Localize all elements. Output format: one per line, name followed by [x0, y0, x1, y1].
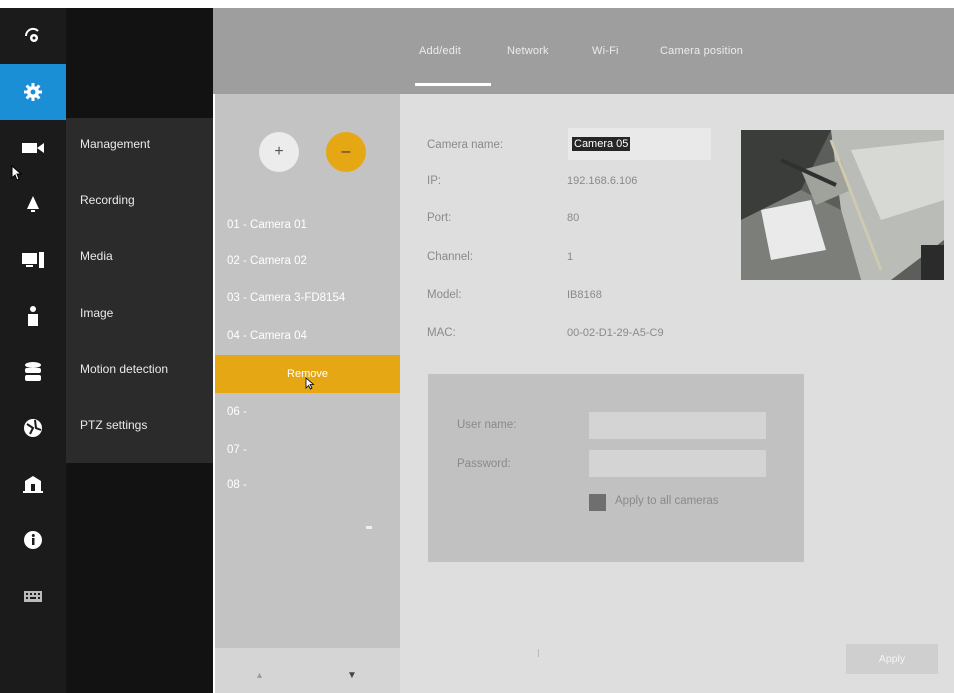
- active-tab-indicator: [415, 83, 491, 86]
- password-input[interactable]: [589, 450, 766, 477]
- camera-list-item[interactable]: 02 - Camera 02: [227, 255, 307, 267]
- submenu-item-motion-detection[interactable]: Motion detection: [80, 359, 210, 379]
- port-value: 80: [567, 212, 580, 224]
- add-camera-button[interactable]: +: [259, 132, 299, 172]
- password-label: Password:: [457, 458, 511, 470]
- model-label: Model:: [427, 289, 462, 301]
- camera-name-label: Camera name:: [427, 139, 504, 151]
- submenu-item-media[interactable]: Media: [80, 246, 210, 266]
- faint-mark: [538, 649, 541, 657]
- scroll-marker: [366, 526, 372, 529]
- tab-wifi[interactable]: Wi-Fi: [592, 45, 619, 57]
- person-icon[interactable]: [0, 288, 66, 344]
- monitor-icon[interactable]: [0, 232, 66, 288]
- ip-label: IP:: [427, 175, 442, 187]
- scroll-up-icon[interactable]: ▴: [257, 670, 262, 681]
- tab-network[interactable]: Network: [507, 45, 549, 57]
- camera-submenu-panel: Management Recording Media Image Motion …: [66, 118, 213, 463]
- camera-list-item[interactable]: 04 - Camera 04: [227, 330, 307, 342]
- submenu-item-recording[interactable]: Recording: [80, 190, 210, 210]
- pointer-cursor-icon: [305, 377, 315, 390]
- video-camera-icon[interactable]: [0, 120, 66, 176]
- camera-name-value: Camera 05: [572, 137, 631, 151]
- tab-add-edit[interactable]: Add/edit: [419, 45, 461, 57]
- camera-list-panel: + – 01 - Camera 01 02 - Camera 02 03 - C…: [215, 94, 400, 693]
- camera-details-panel: Camera name: Camera 05 IP: 192.168.6.106…: [400, 94, 954, 693]
- username-label: User name:: [457, 419, 517, 431]
- gear-icon[interactable]: [0, 64, 66, 120]
- submenu-item-management[interactable]: Management: [80, 134, 210, 154]
- camera-list-item[interactable]: 03 - Camera 3-FD8154: [227, 292, 345, 304]
- bell-icon[interactable]: [0, 176, 66, 232]
- remove-camera-button[interactable]: –: [326, 132, 366, 172]
- logo-icon[interactable]: [0, 8, 66, 64]
- camera-list-item[interactable]: 07 -: [227, 444, 247, 456]
- apply-to-all-checkbox[interactable]: [589, 494, 606, 511]
- camera-list-item[interactable]: 08 -: [227, 479, 247, 491]
- submenu-item-ptz-settings[interactable]: PTZ settings: [80, 415, 210, 435]
- camera-name-field[interactable]: Camera 05: [568, 128, 711, 160]
- scroll-down-icon[interactable]: ▼: [347, 670, 357, 681]
- submenu-item-image[interactable]: Image: [80, 303, 210, 323]
- apply-to-all-label: Apply to all cameras: [615, 495, 719, 507]
- model-value: IB8168: [567, 289, 602, 301]
- ip-value: 192.168.6.106: [567, 175, 638, 187]
- icon-rail: [0, 8, 66, 693]
- channel-label: Channel:: [427, 251, 474, 263]
- mac-label: MAC:: [427, 327, 456, 339]
- keyboard-icon[interactable]: [0, 568, 66, 624]
- camera-list-item[interactable]: 06 -: [227, 406, 247, 418]
- mac-value: 00-02-D1-29-A5-C9: [567, 327, 664, 339]
- tab-camera-position[interactable]: Camera position: [660, 45, 743, 57]
- globe-icon[interactable]: [0, 400, 66, 456]
- building-icon[interactable]: [0, 456, 66, 512]
- mouse-cursor-icon: [11, 165, 23, 181]
- apply-button[interactable]: Apply: [846, 644, 938, 674]
- channel-value: 1: [567, 251, 574, 263]
- info-icon[interactable]: [0, 512, 66, 568]
- database-icon[interactable]: [0, 344, 66, 400]
- port-label: Port:: [427, 212, 452, 224]
- camera-list-item[interactable]: 01 - Camera 01: [227, 219, 307, 231]
- username-input[interactable]: [589, 412, 766, 439]
- camera-list-footer: ▴ ▼: [215, 648, 400, 693]
- camera-preview-image: [741, 130, 944, 280]
- credentials-panel: User name: Password: Apply to all camera…: [428, 374, 804, 562]
- settings-submenu: Management Recording Media Image Motion …: [66, 8, 213, 693]
- header-bar: Add/edit Network Wi-Fi Camera position: [213, 8, 954, 94]
